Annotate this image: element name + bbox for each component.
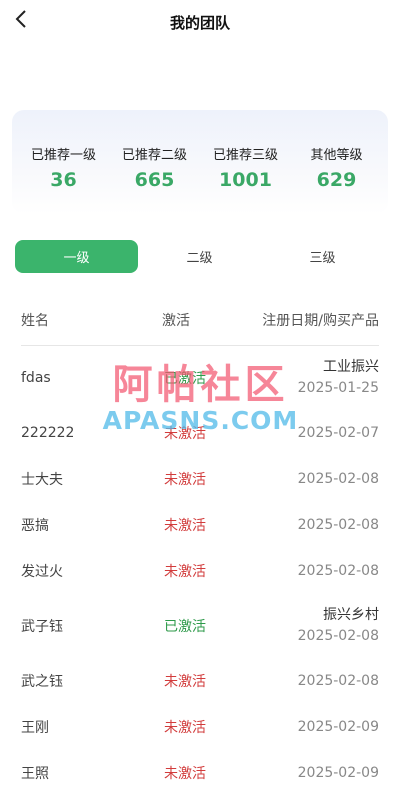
table-row[interactable]: 武之钰 未激活 2025-02-08 <box>21 658 379 704</box>
stat-value: 36 <box>50 168 77 191</box>
level-tabs: 一级 二级 三级 <box>15 240 385 273</box>
stat-label: 已推荐三级 <box>212 147 278 163</box>
nav-header: 我的团队 <box>0 0 400 46</box>
member-name: 发过火 <box>21 564 63 580</box>
status-badge: 未激活 <box>164 426 206 442</box>
table-row[interactable]: 士大夫 未激活 2025-02-08 <box>21 456 379 502</box>
member-name: 士大夫 <box>21 472 63 488</box>
register-date: 2025-02-08 <box>297 628 379 644</box>
register-date: 2025-02-08 <box>297 471 379 487</box>
table-row[interactable]: 恶搞 未激活 2025-02-08 <box>21 502 379 548</box>
member-name: 恶搞 <box>21 518 49 534</box>
member-name: fdas <box>21 370 51 386</box>
table-row[interactable]: 发过火 未激活 2025-02-08 <box>21 548 379 594</box>
product-name: 振兴乡村 <box>323 607 379 623</box>
stat-label: 已推荐一级 <box>30 147 96 163</box>
register-date: 2025-02-08 <box>297 517 379 533</box>
stats-card: 已推荐一级 36 已推荐二级 665 已推荐三级 1001 其他等级 629 <box>12 110 388 214</box>
tab-level-3[interactable]: 三级 <box>261 240 384 273</box>
member-name: 王照 <box>21 766 49 782</box>
status-badge: 未激活 <box>164 472 206 488</box>
table-row[interactable]: 王照 未激活 2025-02-09 <box>21 750 379 796</box>
table-header: 姓名 激活 注册日期/购买产品 <box>21 310 379 346</box>
register-date: 2025-02-08 <box>297 673 379 689</box>
column-header-date: 注册日期/购买产品 <box>262 313 379 329</box>
stat-value: 1001 <box>219 168 272 191</box>
column-header-status: 激活 <box>162 313 190 329</box>
stat-level-3: 已推荐三级 1001 <box>200 134 291 191</box>
member-name: 王刚 <box>21 720 49 736</box>
table-row[interactable]: fdas 已激活 工业振兴 2025-01-25 <box>21 346 379 410</box>
status-badge: 未激活 <box>164 518 206 534</box>
stat-label: 已推荐二级 <box>121 147 187 163</box>
status-badge: 未激活 <box>164 720 206 736</box>
page-title: 我的团队 <box>169 14 230 32</box>
stat-label: 其他等级 <box>310 147 363 163</box>
member-name: 武子钰 <box>21 619 63 635</box>
status-badge: 已激活 <box>164 371 206 387</box>
column-header-name: 姓名 <box>21 313 49 329</box>
stat-level-2: 已推荐二级 665 <box>109 134 200 191</box>
stat-value: 629 <box>316 168 357 191</box>
status-badge: 已激活 <box>164 619 206 635</box>
register-date: 2025-02-07 <box>297 425 379 441</box>
register-date: 2025-02-08 <box>297 563 379 579</box>
tab-level-1[interactable]: 一级 <box>15 240 138 273</box>
member-name: 222222 <box>21 425 75 441</box>
stat-value: 665 <box>134 168 175 191</box>
table-row[interactable]: 王刚 未激活 2025-02-09 <box>21 704 379 750</box>
status-badge: 未激活 <box>164 674 206 690</box>
status-badge: 未激活 <box>164 766 206 782</box>
register-date: 2025-02-09 <box>297 719 379 735</box>
member-list: fdas 已激活 工业振兴 2025-01-25 222222 未激活 2025… <box>21 346 379 796</box>
product-name: 工业振兴 <box>323 359 379 375</box>
table-row[interactable]: 武子钰 已激活 振兴乡村 2025-02-08 <box>21 594 379 658</box>
stat-other-level: 其他等级 629 <box>291 134 382 191</box>
status-badge: 未激活 <box>164 564 206 580</box>
stat-level-1: 已推荐一级 36 <box>18 134 109 191</box>
register-date: 2025-01-25 <box>297 380 379 396</box>
register-date: 2025-02-09 <box>297 765 379 781</box>
tab-level-2[interactable]: 二级 <box>138 240 261 273</box>
table-row[interactable]: 222222 未激活 2025-02-07 <box>21 410 379 456</box>
member-name: 武之钰 <box>21 674 63 690</box>
